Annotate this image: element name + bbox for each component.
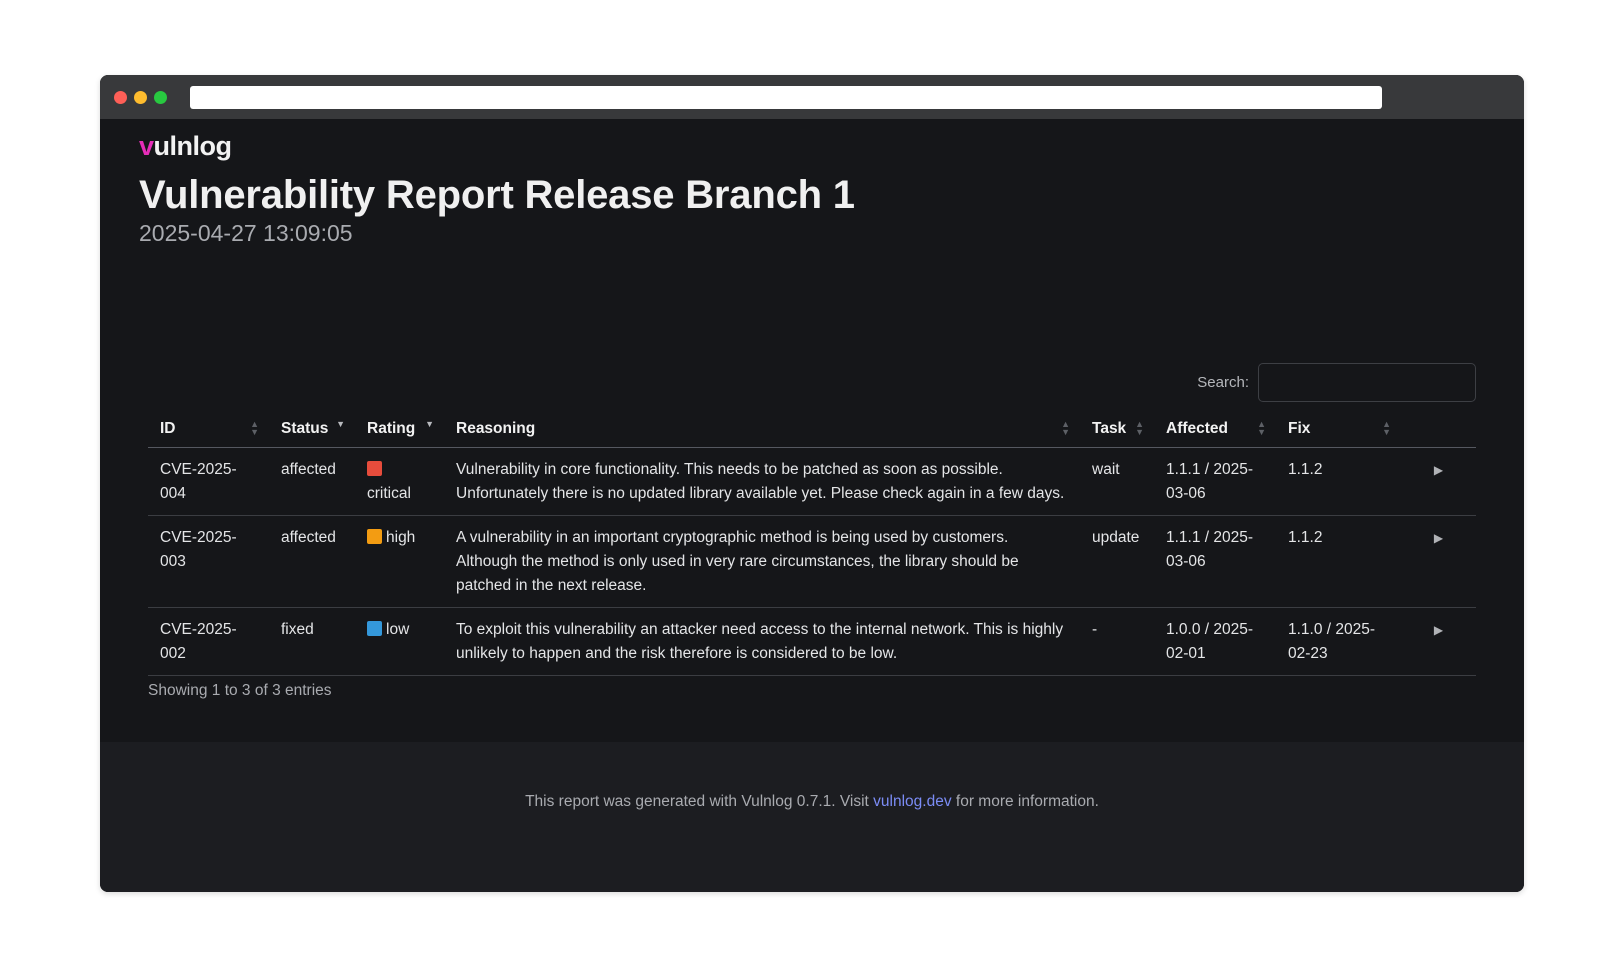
cell-reasoning: To exploit this vulnerability an attacke…	[444, 607, 1080, 676]
sort-icon: ▲ ▼	[250, 419, 259, 437]
cell-affected: 1.1.1 / 2025-03-06	[1154, 447, 1276, 516]
column-header-affected[interactable]: Affected ▲ ▼	[1154, 412, 1276, 448]
column-header-reasoning[interactable]: Reasoning ▲ ▼	[444, 412, 1080, 448]
rating-low-icon	[367, 621, 382, 636]
report-content: vulnlog Vulnerability Report Release Bra…	[100, 119, 1524, 742]
sort-icon: ▲ ▼	[1257, 419, 1266, 437]
column-header-id[interactable]: ID ▲ ▼	[148, 412, 269, 448]
sort-desc-icon: ▼	[425, 419, 434, 429]
search-label: Search:	[1197, 374, 1249, 391]
table-row[interactable]: CVE-2025-004 affected critical Vulnerabi…	[148, 447, 1476, 516]
column-header-control	[1401, 412, 1476, 448]
cell-rating: critical	[355, 447, 444, 516]
column-header-fix[interactable]: Fix ▲ ▼	[1276, 412, 1401, 448]
cell-task: update	[1080, 515, 1154, 608]
expand-row-icon[interactable]: ▶	[1401, 447, 1476, 516]
cell-id: CVE-2025-004	[148, 447, 269, 516]
cell-id: CVE-2025-002	[148, 607, 269, 676]
column-header-rating[interactable]: Rating ▼	[355, 412, 444, 448]
table-info: Showing 1 to 3 of 3 entries	[148, 682, 332, 699]
cell-fix: 1.1.2	[1276, 515, 1401, 608]
sort-icon: ▲ ▼	[1061, 419, 1070, 437]
sort-icon: ▲ ▼	[1382, 419, 1391, 437]
cell-fix: 1.1.0 / 2025-02-23	[1276, 607, 1401, 676]
cell-status: affected	[269, 515, 355, 608]
vulnlog-logo: vulnlog	[139, 131, 232, 161]
sort-icon: ▲ ▼	[1135, 419, 1144, 437]
column-header-status[interactable]: Status ▼	[269, 412, 355, 448]
minimize-window-button[interactable]	[134, 91, 147, 104]
cell-rating: low	[355, 607, 444, 676]
cell-fix: 1.1.2	[1276, 447, 1401, 516]
close-window-button[interactable]	[114, 91, 127, 104]
title-bar	[100, 75, 1524, 119]
cell-id: CVE-2025-003	[148, 515, 269, 608]
column-header-task[interactable]: Task ▲ ▼	[1080, 412, 1154, 448]
rating-critical-icon	[367, 461, 382, 476]
cell-rating: high	[355, 515, 444, 608]
page-title: Vulnerability Report Release Branch 1	[139, 173, 855, 217]
cell-task: -	[1080, 607, 1154, 676]
vulnerability-table: ID ▲ ▼ Status ▼ Rating ▼ Reasoning ▲ ▼ Task ▲…	[148, 412, 1476, 676]
expand-row-icon[interactable]: ▶	[1401, 607, 1476, 676]
expand-row-icon[interactable]: ▶	[1401, 515, 1476, 608]
vulnlog-link[interactable]: vulnlog.dev	[873, 793, 951, 810]
table-header-row: ID ▲ ▼ Status ▼ Rating ▼ Reasoning ▲ ▼ Task ▲…	[148, 412, 1476, 448]
cell-reasoning: Vulnerability in core functionality. Thi…	[444, 447, 1080, 516]
table-row[interactable]: CVE-2025-002 fixed low To exploit this v…	[148, 607, 1476, 676]
cell-affected: 1.1.1 / 2025-03-06	[1154, 515, 1276, 608]
table-row[interactable]: CVE-2025-003 affected high A vulnerabili…	[148, 515, 1476, 608]
search-area: Search:	[1197, 363, 1476, 402]
footer-text-suffix: for more information.	[951, 793, 1099, 810]
report-timestamp: 2025-04-27 13:09:05	[139, 220, 353, 246]
search-input[interactable]	[1258, 363, 1476, 402]
cell-status: fixed	[269, 607, 355, 676]
browser-window: vulnlog Vulnerability Report Release Bra…	[100, 75, 1524, 892]
cell-affected: 1.0.0 / 2025-02-01	[1154, 607, 1276, 676]
cell-task: wait	[1080, 447, 1154, 516]
maximize-window-button[interactable]	[154, 91, 167, 104]
footer: This report was generated with Vulnlog 0…	[100, 742, 1524, 892]
footer-text-prefix: This report was generated with Vulnlog 0…	[525, 793, 874, 810]
cell-reasoning: A vulnerability in an important cryptogr…	[444, 515, 1080, 608]
address-bar[interactable]	[190, 86, 1382, 109]
cell-status: affected	[269, 447, 355, 516]
rating-high-icon	[367, 529, 382, 544]
sort-desc-icon: ▼	[336, 419, 345, 429]
